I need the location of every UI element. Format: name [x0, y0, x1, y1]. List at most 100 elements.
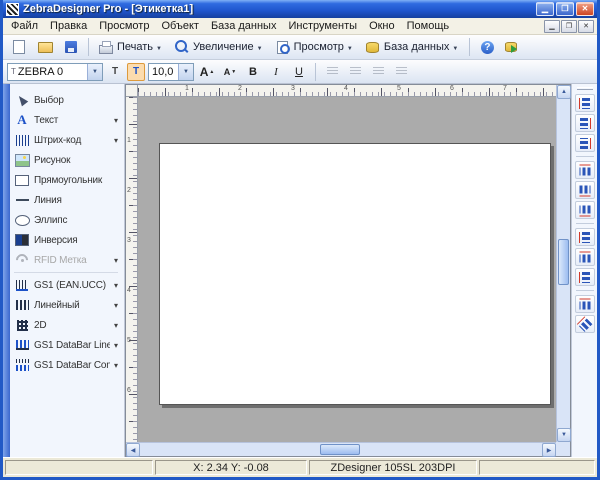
menu-item-object[interactable]: Объект [155, 19, 204, 33]
toolbox-item-linear[interactable]: Линейный [14, 295, 122, 315]
flyout-arrow-icon [114, 255, 122, 266]
mdi-restore-button[interactable]: ❐ [561, 20, 577, 33]
database-button[interactable]: База данных [361, 36, 465, 58]
toolbox-item-rectangle[interactable]: Прямоугольник [14, 170, 122, 190]
design-surface[interactable] [138, 97, 556, 442]
align-left-button[interactable] [575, 94, 595, 112]
toolbox-item-ellipse[interactable]: Эллипс [14, 210, 122, 230]
toolbox-item-label: Линия [34, 195, 122, 206]
print-button[interactable]: Печать [94, 36, 168, 58]
vertical-scroll-track[interactable] [557, 99, 570, 428]
toolbox-item-label: Рисунок [34, 155, 122, 166]
menu-item-tools[interactable]: Инструменты [282, 19, 363, 33]
flyout-arrow-icon [114, 340, 122, 351]
same-width-button[interactable] [575, 268, 595, 286]
zoom-label: Увеличение [193, 41, 254, 53]
maximize-button[interactable]: ❐ [556, 2, 574, 16]
new-button[interactable] [7, 36, 31, 58]
help-button[interactable] [475, 36, 499, 58]
align-text-justify-button[interactable] [391, 63, 411, 81]
toolbar-grip[interactable] [577, 87, 593, 90]
menu-item-view[interactable]: Просмотр [93, 19, 155, 33]
titlebar: ZebraDesigner Pro - [Этикетка1] ▁ ❐ ✕ [3, 0, 597, 18]
scroll-up-button[interactable]: ▲ [557, 85, 571, 99]
toolbox-item-inverse[interactable]: Инверсия [14, 230, 122, 250]
distribute-vertical-button[interactable] [575, 248, 595, 266]
barcode-icon [14, 132, 30, 148]
same-height-button[interactable] [575, 295, 595, 313]
toolbox-item-line[interactable]: Линия [14, 190, 122, 210]
italic-button[interactable]: I [266, 63, 286, 81]
horizontal-scroll-thumb[interactable] [320, 444, 360, 455]
arrow-left-icon: ◀ [131, 447, 136, 454]
cursor-coordinates: X: 2.34 Y: -0.08 [155, 460, 307, 475]
scroll-down-button[interactable]: ▼ [557, 428, 571, 442]
mdi-close-button[interactable]: ✕ [578, 20, 594, 33]
restore-icon: ❐ [566, 22, 572, 30]
increase-font-button[interactable] [197, 63, 217, 81]
align-middle-vertical-button[interactable] [575, 181, 595, 199]
vertical-scrollbar[interactable]: ▲ ▼ [556, 85, 570, 442]
toolbox-item-databar-composite[interactable]: GS1 DataBar Composite [14, 355, 122, 375]
toolbox-item-label: Инверсия [34, 235, 122, 246]
preview-button[interactable]: Просмотр [271, 36, 359, 58]
application-window: ZebraDesigner Pro - [Этикетка1] ▁ ❐ ✕ Фа… [0, 0, 600, 480]
align-bottom-button[interactable] [575, 201, 595, 219]
menubar: ФайлПравкаПросмотрОбъектБаза данныхИнстр… [3, 18, 597, 35]
toolbox-item-select[interactable]: Выбор [14, 90, 122, 110]
print-label: Печать [117, 41, 153, 53]
distribute-horizontal-button[interactable] [575, 228, 595, 246]
toolbox-item-2d[interactable]: 2D [14, 315, 122, 335]
toolbox-item-rfid-tag: RFID Метка [14, 250, 122, 270]
minimize-button[interactable]: ▁ [536, 2, 554, 16]
save-button[interactable] [59, 36, 83, 58]
menu-item-window[interactable]: Окно [363, 19, 401, 33]
same-size-icon [576, 316, 592, 332]
menu-item-database[interactable]: База данных [205, 19, 283, 33]
align-right-button[interactable] [575, 134, 595, 152]
align-text-center-button[interactable] [345, 63, 365, 81]
font-size-combobox[interactable]: 10,0 [148, 63, 194, 81]
decrease-font-button[interactable] [220, 63, 240, 81]
align-center-horizontal-button[interactable] [575, 114, 595, 132]
menu-item-edit[interactable]: Правка [44, 19, 93, 33]
align-top-button[interactable] [575, 161, 595, 179]
toolbox-item-barcode[interactable]: Штрих-код [14, 130, 122, 150]
dropdown-arrow-icon [347, 41, 355, 53]
restore-icon: ❐ [561, 4, 568, 13]
menu-items: ФайлПравкаПросмотрОбъектБаза данныхИнстр… [5, 19, 455, 33]
align-text-left-button[interactable] [322, 63, 342, 81]
font-family-combobox[interactable]: T ZEBRA 0 [7, 63, 103, 81]
align-text-right-button[interactable] [368, 63, 388, 81]
align-middle-vertical-icon [579, 184, 590, 196]
window-title: ZebraDesigner Pro - [Этикетка1] [23, 3, 532, 15]
scroll-right-button[interactable]: ▶ [542, 443, 556, 457]
vertical-scroll-thumb[interactable] [558, 239, 569, 285]
underline-button[interactable]: U [289, 63, 309, 81]
scroll-left-button[interactable]: ◀ [126, 443, 140, 457]
canvas-area: 1234567 123456 ▲ ▼ ◀ ▶ [125, 84, 571, 457]
truetype-fonts-toggle[interactable] [127, 63, 145, 81]
mdi-minimize-button[interactable]: ▁ [544, 20, 560, 33]
open-button[interactable] [33, 36, 57, 58]
zoom-button[interactable]: Увеличение [170, 36, 269, 58]
same-size-button[interactable] [575, 315, 595, 333]
horizontal-scroll-track[interactable] [140, 443, 542, 456]
rectangle-icon [14, 172, 30, 188]
chevron-down-icon[interactable] [178, 64, 193, 80]
toolbox-item-gs1[interactable]: GS1 (EAN.UCC) [14, 275, 122, 295]
label-canvas[interactable] [159, 143, 551, 405]
toolbox-item-databar-linear[interactable]: GS1 DataBar Linear [14, 335, 122, 355]
bold-button[interactable]: B [243, 63, 263, 81]
close-icon: ✕ [583, 22, 589, 30]
database-wizard-button[interactable] [501, 36, 525, 58]
chevron-down-icon[interactable] [87, 64, 102, 80]
close-button[interactable]: ✕ [576, 2, 594, 16]
format-toolbar: T ZEBRA 0 10,0 B I U [3, 60, 597, 84]
menu-item-file[interactable]: Файл [5, 19, 44, 33]
toolbox-item-text[interactable]: Текст [14, 110, 122, 130]
horizontal-scrollbar[interactable]: ◀ ▶ [126, 442, 556, 456]
menu-item-help[interactable]: Помощь [401, 19, 456, 33]
printer-fonts-toggle[interactable] [106, 63, 124, 81]
toolbox-item-picture[interactable]: Рисунок [14, 150, 122, 170]
